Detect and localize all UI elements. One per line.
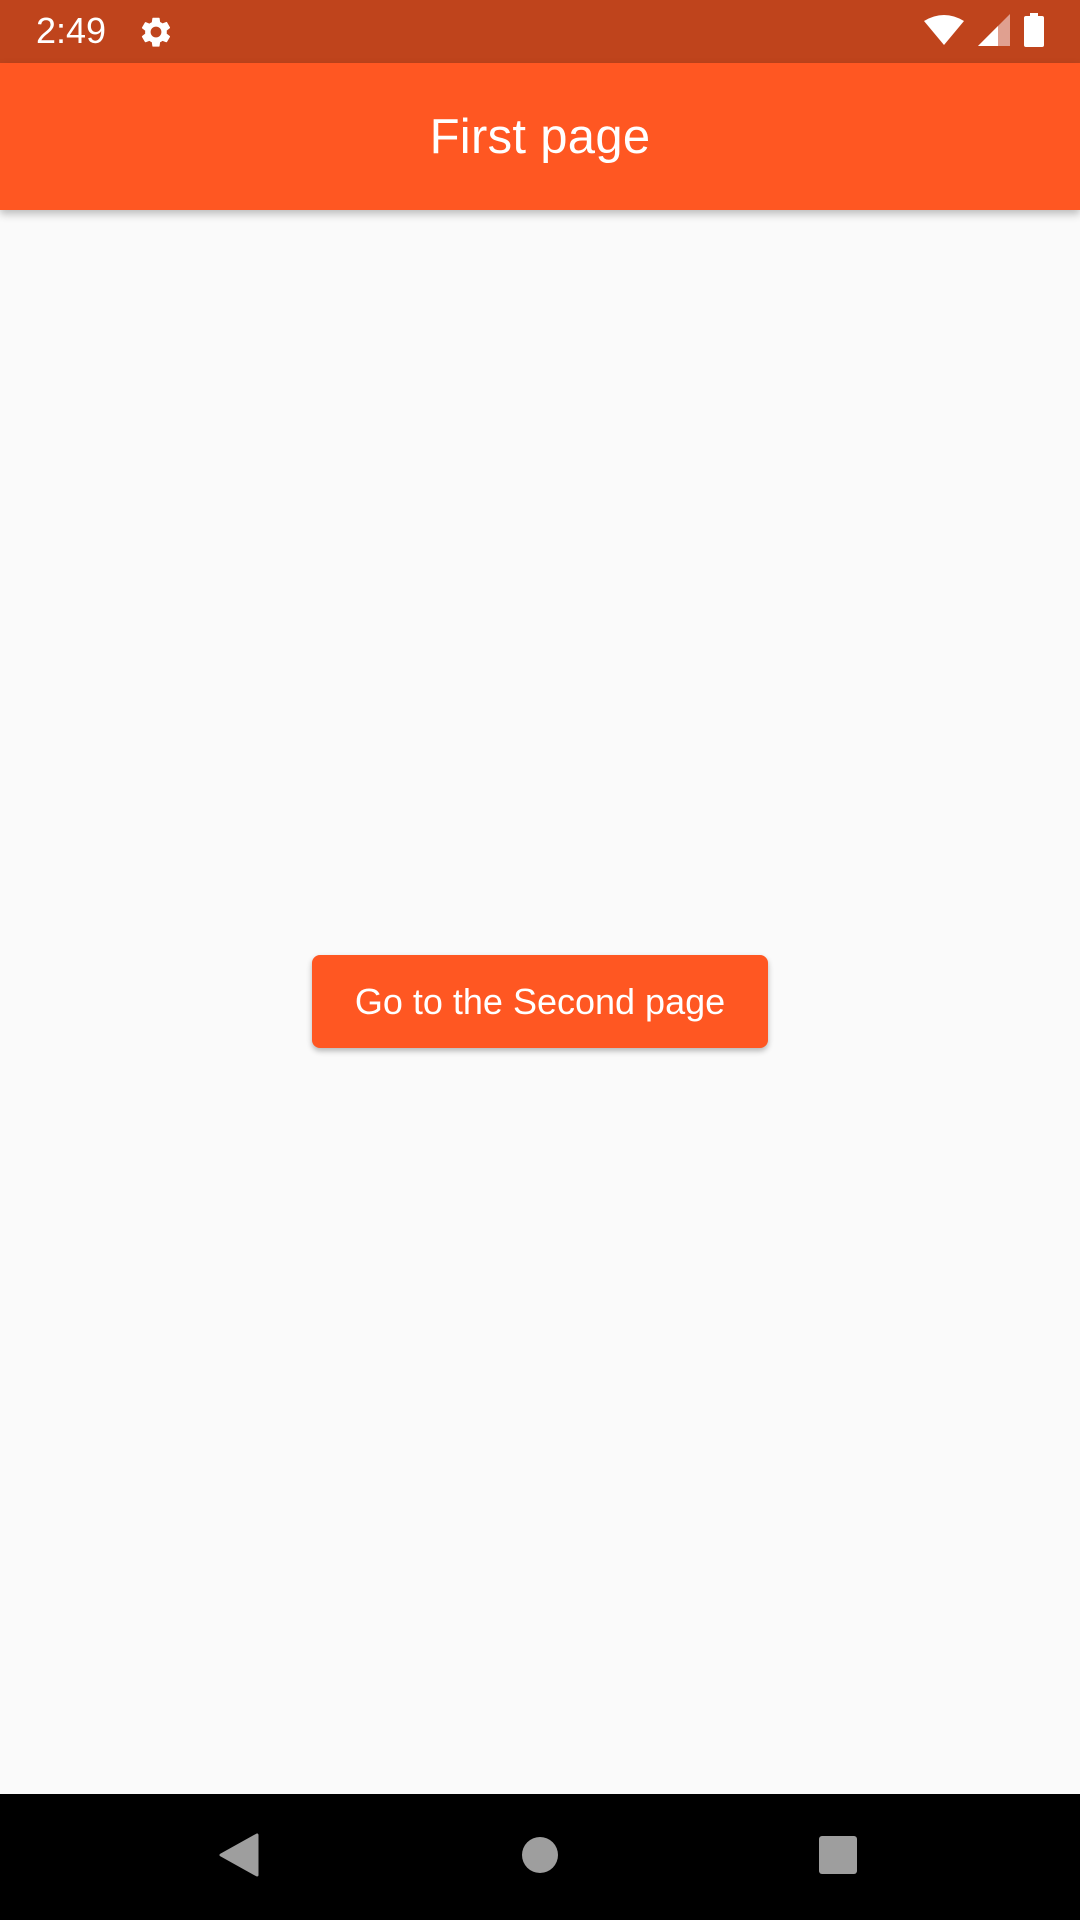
navigation-bar xyxy=(0,1794,1080,1920)
back-button[interactable] xyxy=(176,1794,302,1920)
app-bar: First page xyxy=(0,63,1080,210)
battery-icon xyxy=(1024,12,1044,52)
home-button[interactable] xyxy=(477,1794,603,1920)
main-content: Go to the Second page xyxy=(0,210,1080,1794)
wifi-icon xyxy=(924,14,964,50)
page-title: First page xyxy=(429,109,651,164)
status-icons xyxy=(924,12,1044,52)
back-icon xyxy=(219,1833,259,1882)
cellular-signal-icon xyxy=(978,13,1010,51)
status-time: 2:49 xyxy=(36,10,107,51)
recents-icon xyxy=(818,1835,858,1880)
go-to-second-page-button[interactable]: Go to the Second page xyxy=(312,955,768,1048)
home-icon xyxy=(521,1836,559,1879)
gear-icon xyxy=(138,14,174,50)
recents-button[interactable] xyxy=(775,1794,901,1920)
status-bar: 2:49 xyxy=(0,0,1080,63)
